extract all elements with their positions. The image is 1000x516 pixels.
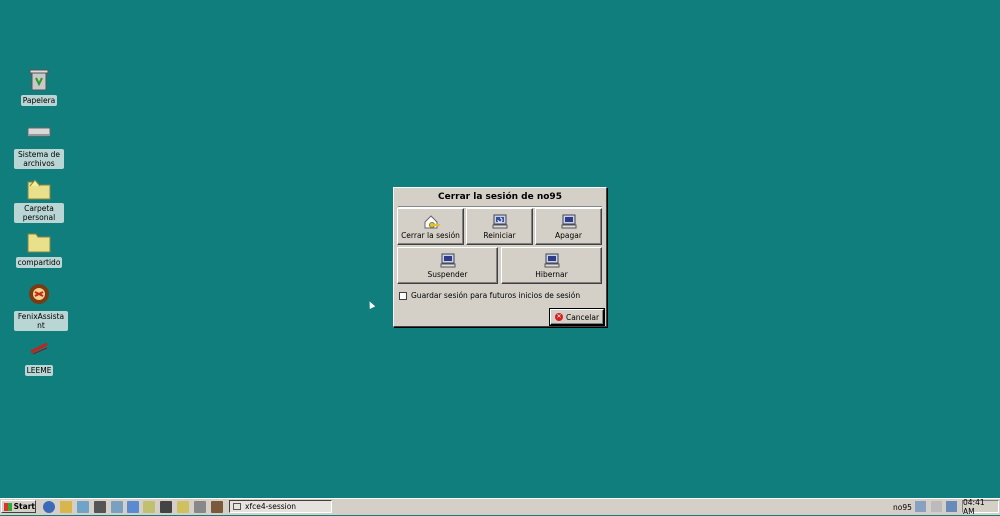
logout-dialog: Cerrar la sesión de no95 Cerrar la sesió… bbox=[393, 187, 607, 327]
trash-icon bbox=[25, 66, 53, 94]
desktop-icon-label: Papelera bbox=[20, 95, 58, 106]
dialog-title: Cerrar la sesión de no95 bbox=[438, 192, 562, 202]
shutdown-computer-icon bbox=[560, 213, 578, 229]
settings-icon[interactable] bbox=[160, 501, 172, 513]
desktop-icon-label: Sistema de archivos bbox=[14, 149, 64, 169]
search-icon[interactable] bbox=[127, 501, 139, 513]
cancel-icon: ✕ bbox=[554, 313, 563, 321]
task-button-xfce4-session[interactable]: xfce4-session bbox=[229, 500, 332, 513]
keyboard-icon[interactable] bbox=[946, 501, 957, 512]
hibernate-computer-icon bbox=[543, 252, 561, 268]
volume-icon[interactable] bbox=[931, 501, 942, 512]
restart-button[interactable]: Reiniciar bbox=[466, 208, 533, 245]
start-label: Start bbox=[13, 502, 35, 511]
hibernate-label: Hibernar bbox=[535, 270, 568, 279]
desktop-icon-label: compartido bbox=[15, 257, 63, 268]
readme-icon bbox=[25, 336, 53, 364]
notes-icon[interactable] bbox=[194, 501, 206, 513]
home-folder-icon bbox=[25, 174, 53, 202]
window-icon bbox=[233, 503, 241, 510]
checkbox-box[interactable] bbox=[399, 291, 407, 300]
desktop-icon-trash[interactable]: Papelera bbox=[14, 66, 64, 106]
mouse-pointer bbox=[366, 300, 376, 309]
desktop-icon-label: FenixAssistant bbox=[14, 311, 68, 331]
restart-label: Reiniciar bbox=[483, 231, 516, 240]
desktop-icon-label: Carpeta personal bbox=[14, 203, 64, 223]
archive-icon[interactable] bbox=[177, 501, 189, 513]
logout-label: Cerrar la sesión bbox=[401, 231, 460, 240]
shutdown-button[interactable]: Apagar bbox=[535, 208, 602, 245]
folder-icon bbox=[25, 228, 53, 256]
save-session-checkbox[interactable]: Guardar sesión para futuros inicios de s… bbox=[399, 291, 580, 300]
clock[interactable]: 04:41 AM bbox=[962, 498, 999, 516]
find-files-icon[interactable] bbox=[143, 501, 155, 513]
taskbar: Start xfce4-session no95 04:41 AM bbox=[0, 498, 1000, 516]
network-icon[interactable] bbox=[915, 501, 926, 512]
desktop-icon-home[interactable]: Carpeta personal bbox=[14, 174, 64, 223]
mail-icon[interactable] bbox=[77, 501, 89, 513]
display-icon[interactable] bbox=[111, 501, 123, 513]
hibernate-button[interactable]: Hibernar bbox=[501, 247, 602, 284]
logout-button[interactable]: Cerrar la sesión bbox=[397, 208, 464, 245]
restart-computer-icon bbox=[491, 213, 509, 229]
task-label: xfce4-session bbox=[245, 502, 297, 511]
desktop-icon-fenix[interactable]: FenixAssistant bbox=[14, 282, 68, 331]
cancel-label: Cancelar bbox=[565, 312, 600, 322]
save-session-label: Guardar sesión para futuros inicios de s… bbox=[411, 291, 581, 300]
suspend-computer-icon bbox=[439, 252, 457, 268]
desktop-icon-filesystem[interactable]: Sistema de archivos bbox=[14, 120, 64, 169]
browser-icon[interactable] bbox=[43, 501, 55, 513]
start-logo-icon bbox=[4, 502, 12, 511]
drive-icon bbox=[25, 120, 53, 148]
file-manager-icon[interactable] bbox=[60, 501, 72, 513]
start-button[interactable]: Start bbox=[1, 500, 36, 513]
cancel-button[interactable]: ✕ Cancelar bbox=[550, 309, 604, 325]
key-icon bbox=[422, 213, 440, 229]
suspend-label: Suspender bbox=[427, 270, 468, 279]
desktop-icon-shared[interactable]: compartido bbox=[14, 228, 64, 268]
tray-username: no95 bbox=[893, 503, 912, 512]
desktop-icon-label: LEEME bbox=[24, 365, 54, 376]
tools-icon[interactable] bbox=[211, 501, 223, 513]
suspend-button[interactable]: Suspender bbox=[397, 247, 498, 284]
terminal-icon[interactable] bbox=[94, 501, 106, 513]
fenix-assistant-icon bbox=[25, 282, 53, 310]
desktop-icon-readme[interactable]: LEEME bbox=[14, 336, 64, 376]
shutdown-label: Apagar bbox=[555, 231, 582, 240]
